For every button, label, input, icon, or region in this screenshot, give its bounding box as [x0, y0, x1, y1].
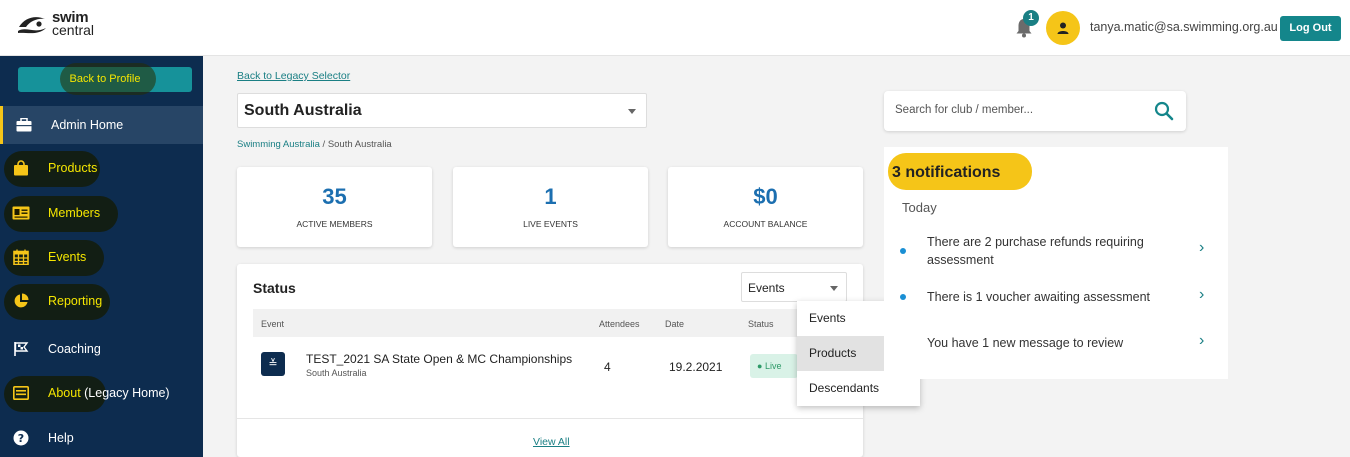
- sidebar-item-label: Coaching: [48, 342, 101, 356]
- sidebar-item-members[interactable]: Members: [0, 194, 203, 232]
- stat-card-live-events[interactable]: 1 LIVE EVENTS: [453, 167, 648, 247]
- status-badge: ● Live: [750, 354, 798, 378]
- organisation-select[interactable]: South Australia: [237, 93, 647, 128]
- unread-dot-icon: [900, 294, 906, 300]
- user-avatar[interactable]: [1046, 11, 1080, 45]
- search-input[interactable]: Search for club / member...: [884, 91, 1186, 131]
- sidebar-item-label: Members: [48, 206, 101, 220]
- id-card-icon: [12, 205, 30, 221]
- column-header-event: Event: [261, 319, 285, 329]
- event-location: South Australia: [306, 368, 367, 378]
- breadcrumb-separator: /: [322, 139, 326, 150]
- event-icon: ≚: [261, 352, 285, 376]
- table-header: Event Attendees Date Status: [253, 309, 849, 337]
- stat-card-account-balance[interactable]: $0 ACCOUNT BALANCE: [668, 167, 863, 247]
- search-icon[interactable]: [1154, 101, 1174, 121]
- stat-label: LIVE EVENTS: [523, 219, 578, 229]
- stat-value: $0: [753, 184, 778, 209]
- column-header-date: Date: [665, 319, 685, 329]
- view-all-link[interactable]: View All: [533, 436, 570, 448]
- stat-label: ACTIVE MEMBERS: [296, 219, 373, 229]
- briefcase-icon: [15, 117, 33, 133]
- notification-count-badge: 1: [1023, 10, 1039, 26]
- status-panel: Status Events Event Attendees Date Statu…: [237, 264, 863, 457]
- sidebar-item-admin-home[interactable]: Admin Home: [0, 106, 203, 144]
- flag-icon: [12, 341, 30, 357]
- column-header-attendees: Attendees: [599, 319, 640, 329]
- event-attendees: 4: [604, 360, 611, 374]
- stat-card-active-members[interactable]: 35 ACTIVE MEMBERS: [237, 167, 432, 247]
- swim-central-logo[interactable]: swim central: [16, 10, 94, 38]
- notification-text: There is 1 voucher awaiting assessment: [927, 290, 1151, 304]
- notifications-panel: 3 notifications Today There are 2 purcha…: [884, 147, 1228, 379]
- sidebar-item-label: Admin Home: [51, 118, 124, 132]
- status-badge-text: Live: [764, 361, 782, 371]
- sidebar-item-help[interactable]: ? Help: [0, 419, 203, 457]
- sidebar-item-products[interactable]: Products: [0, 149, 203, 187]
- person-icon: [1057, 22, 1069, 34]
- status-filter-select[interactable]: Events: [741, 272, 847, 302]
- sidebar-item-about[interactable]: About (Legacy Home): [0, 374, 203, 412]
- stat-label: ACCOUNT BALANCE: [723, 219, 808, 229]
- sidebar-item-label-suffix: (Legacy Home): [80, 386, 170, 400]
- event-name: TEST_2021 SA State Open & MC Championshi…: [306, 352, 573, 366]
- shopping-bag-icon: [12, 160, 30, 176]
- breadcrumb: Swimming Australia / South Australia: [237, 139, 392, 150]
- unread-dot-icon: [900, 248, 906, 254]
- search-placeholder: Search for club / member...: [895, 104, 1034, 116]
- breadcrumb-root-link[interactable]: Swimming Australia: [237, 139, 320, 150]
- chevron-right-icon: ›: [1199, 239, 1205, 256]
- chevron-right-icon: ›: [1199, 332, 1205, 349]
- status-title: Status: [253, 280, 296, 296]
- sidebar-item-coaching[interactable]: Coaching: [0, 330, 203, 368]
- swimmer-logo-icon: [18, 17, 46, 34]
- logout-button[interactable]: Log Out: [1280, 16, 1341, 41]
- notifications-title: 3 notifications: [892, 164, 1001, 181]
- back-to-profile-button[interactable]: Back to Profile: [18, 63, 192, 95]
- svg-text:?: ?: [18, 432, 24, 445]
- sidebar-item-label: Help: [48, 431, 74, 445]
- sidebar-item-events[interactable]: Events: [0, 238, 203, 276]
- sidebar: Back to Profile Admin Home Products Memb…: [0, 56, 203, 457]
- notification-text: You have 1 new message to review: [927, 336, 1124, 350]
- back-to-profile-label: Back to Profile: [69, 73, 141, 85]
- notifications-group-label: Today: [902, 200, 937, 215]
- notification-text: There are 2 purchase refunds requiring a…: [927, 235, 1144, 267]
- event-date: 19.2.2021: [669, 360, 723, 374]
- calendar-icon: [12, 249, 30, 265]
- pie-chart-icon: [12, 293, 30, 309]
- chevron-right-icon: ›: [1199, 286, 1205, 303]
- back-to-legacy-selector-link[interactable]: Back to Legacy Selector: [237, 70, 350, 82]
- sidebar-item-label: Events: [48, 250, 87, 264]
- divider: [237, 418, 863, 419]
- organisation-select-value: South Australia: [244, 102, 362, 119]
- stat-value: 35: [322, 184, 347, 209]
- sidebar-item-reporting[interactable]: Reporting: [0, 282, 203, 320]
- column-header-status: Status: [748, 319, 774, 329]
- help-icon: ?: [12, 430, 30, 446]
- breadcrumb-current: South Australia: [327, 139, 392, 150]
- chevron-down-icon: [628, 109, 636, 114]
- sidebar-item-label: About: [48, 386, 81, 400]
- top-bar: swim central 1 tanya.matic@sa.swimming.o…: [0, 0, 1350, 56]
- user-email: tanya.matic@sa.swimming.org.au: [1090, 20, 1278, 34]
- id-badge-icon: [12, 385, 30, 401]
- status-filter-value: Events: [748, 281, 785, 295]
- sidebar-item-label: Reporting: [48, 294, 103, 308]
- stat-value: 1: [544, 184, 557, 209]
- table-row[interactable]: ≚ TEST_2021 SA State Open & MC Champions…: [253, 344, 849, 392]
- sidebar-item-label: Products: [48, 161, 98, 175]
- chevron-down-icon: [830, 286, 838, 291]
- logo-text-central: central: [52, 22, 95, 38]
